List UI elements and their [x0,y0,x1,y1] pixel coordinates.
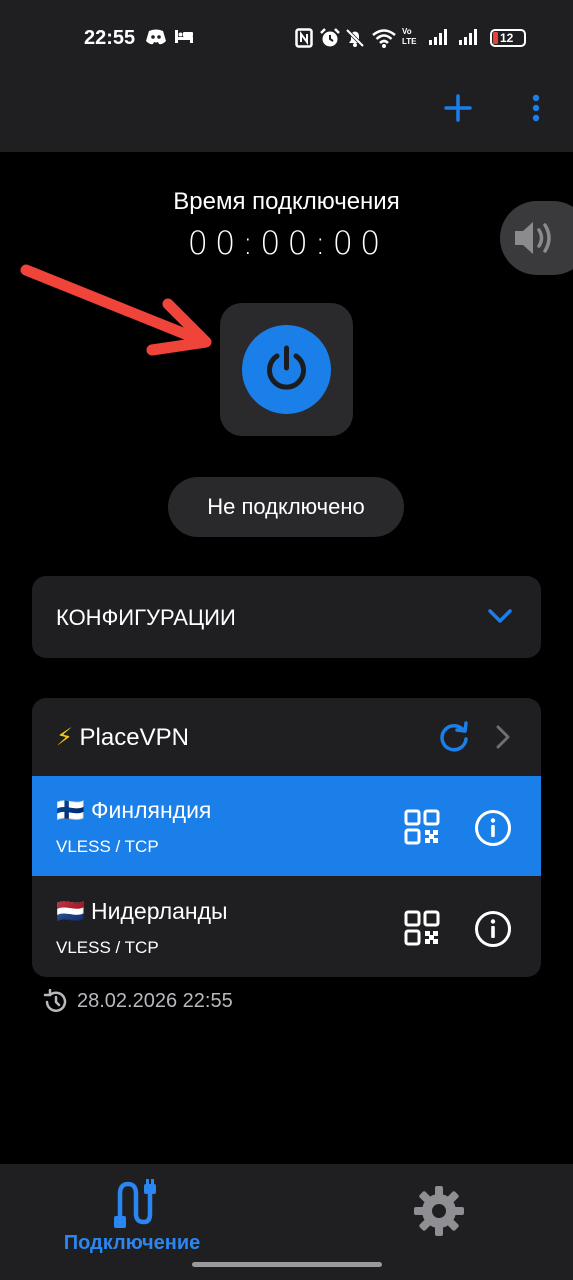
nfc-icon [295,28,313,48]
server-group-card: ⚡ PlaceVPN 🇫🇮 Финляндия VLESS / TCP 🇳🇱 Н… [32,698,541,977]
group-name: ⚡ PlaceVPN [56,724,189,751]
server-protocol: VLESS / TCP [56,837,159,856]
discord-icon [146,29,166,45]
gear-icon[interactable] [412,1184,466,1238]
more-vert-icon[interactable] [524,90,548,126]
bed-icon [175,30,193,43]
alarm-icon [320,28,340,47]
volte-icon: Vo LTE [402,27,417,46]
server-protocol: VLESS / TCP [56,938,159,957]
configurations-panel[interactable]: КОНФИГУРАЦИИ [32,576,541,658]
server-row[interactable]: 🇳🇱 Нидерланды VLESS / TCP [32,877,541,977]
history-icon [43,989,67,1012]
mute-icon [345,28,365,48]
lightning-icon: ⚡ [56,724,73,751]
info-icon[interactable] [474,910,512,948]
battery-level: 12 [500,31,514,45]
server-name: 🇫🇮 Финляндия [56,797,212,823]
power-circle[interactable] [242,325,331,414]
connection-status: Не подключено [168,477,404,537]
flag-nl-icon: 🇳🇱 [56,898,85,924]
refresh-icon[interactable] [436,719,472,755]
speaker-icon [515,222,551,254]
chevron-right-icon[interactable] [492,723,514,751]
connection-time-label: Время подключения [173,188,400,215]
battery-icon: 12 [490,29,526,47]
connection-timer: 00:00:00 [187,224,388,262]
add-icon[interactable] [440,90,476,126]
flag-fi-icon: 🇫🇮 [56,797,85,823]
chevron-down-icon[interactable] [486,606,514,626]
last-update-time: 28.02.2026 22:55 [77,990,233,1012]
nav-tab-connection[interactable]: Подключение [46,1174,218,1258]
group-header[interactable]: ⚡ PlaceVPN [32,698,541,776]
app-bar [0,76,573,152]
qr-code-icon[interactable] [404,910,440,946]
wifi-icon [372,29,396,48]
server-name: 🇳🇱 Нидерланды [56,898,228,924]
bottom-nav: Подключение [0,1164,573,1280]
signal-icon [429,29,447,45]
nav-tab-connection-label: Подключение [63,1232,201,1254]
server-row[interactable]: 🇫🇮 Финляндия VLESS / TCP [32,776,541,876]
info-icon[interactable] [474,809,512,847]
cable-icon [114,1179,156,1228]
power-icon [267,345,306,390]
signal-icon [459,29,477,45]
sound-button[interactable] [500,201,573,275]
configurations-title: КОНФИГУРАЦИИ [56,605,236,630]
power-button[interactable] [220,303,353,436]
status-time: 22:55 [84,27,136,49]
home-indicator [192,1262,382,1267]
annotation-arrow-icon [20,264,212,356]
status-bar: 22:55 Vo LTE 12 [0,0,573,76]
qr-code-icon[interactable] [404,809,440,845]
